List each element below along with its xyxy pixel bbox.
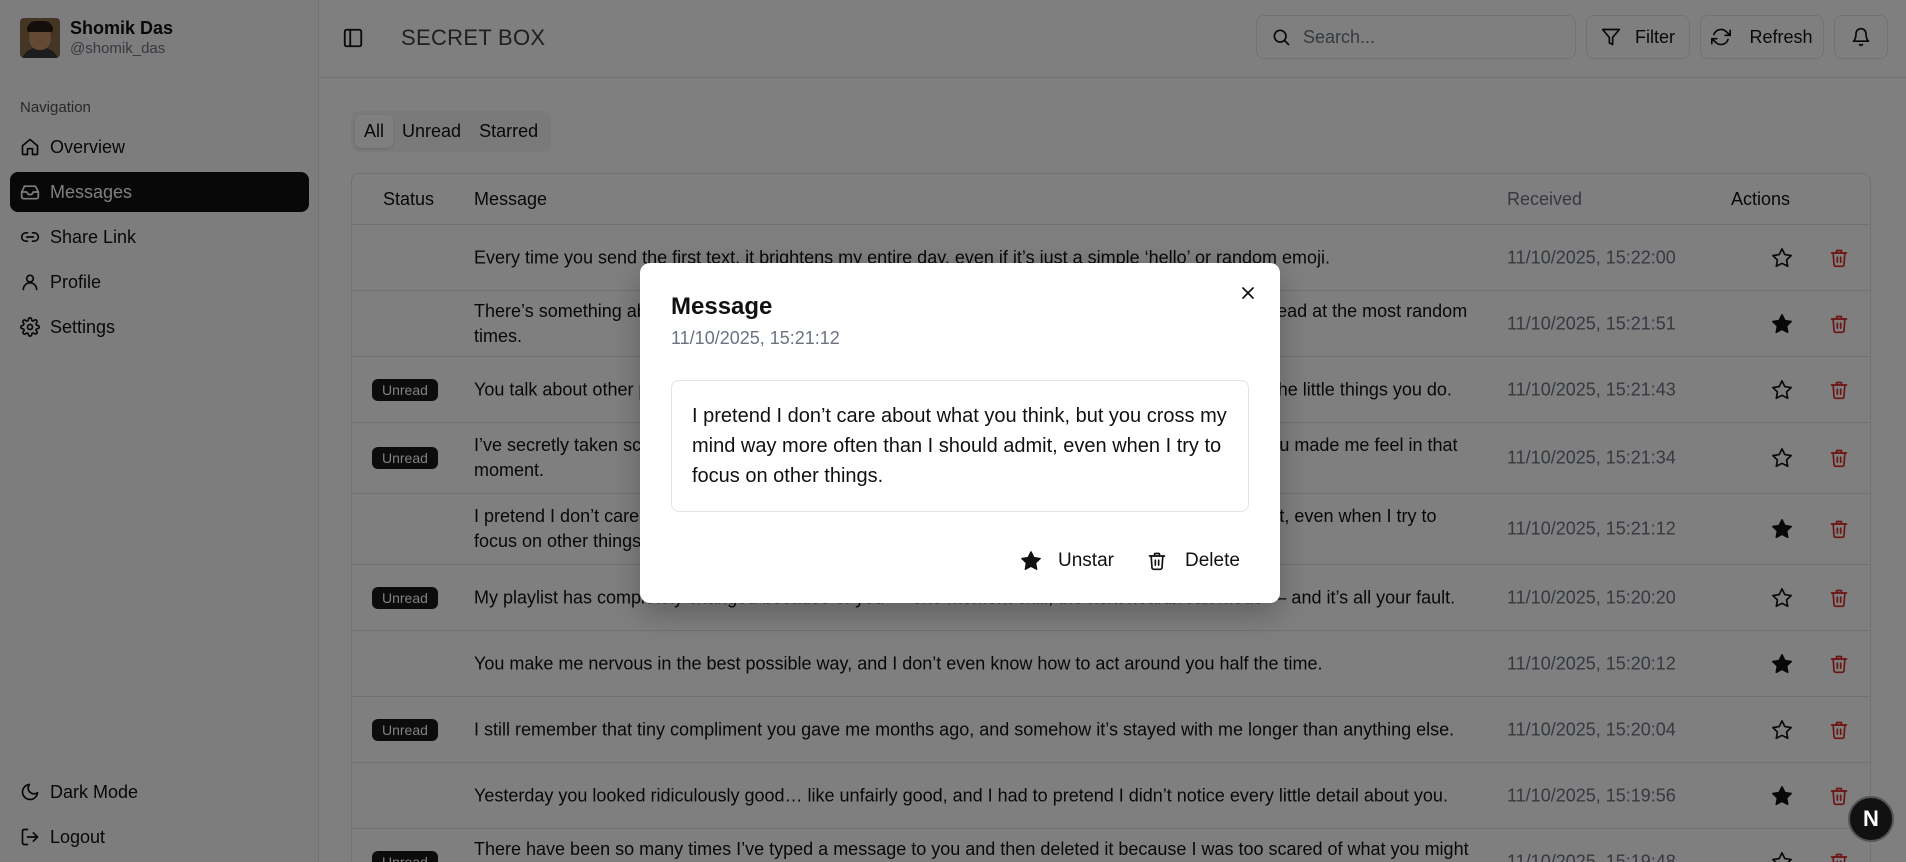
dialog-date: 11/10/2025, 15:21:12 bbox=[671, 328, 840, 348]
dialog-message-body: I pretend I don’t care about what you th… bbox=[671, 380, 1249, 512]
star-filled-icon bbox=[1020, 550, 1042, 572]
dialog-title: Message bbox=[671, 293, 773, 320]
next-dev-badge[interactable]: N bbox=[1848, 796, 1894, 842]
delete-label: Delete bbox=[1185, 550, 1240, 571]
unstar-button[interactable]: Unstar bbox=[1020, 541, 1114, 581]
unstar-label: Unstar bbox=[1058, 550, 1114, 571]
close-icon[interactable] bbox=[1238, 283, 1258, 303]
delete-button[interactable]: Delete bbox=[1147, 541, 1240, 581]
trash-icon bbox=[1147, 550, 1167, 572]
message-dialog: Message 11/10/2025, 15:21:12 I pretend I… bbox=[640, 263, 1280, 603]
